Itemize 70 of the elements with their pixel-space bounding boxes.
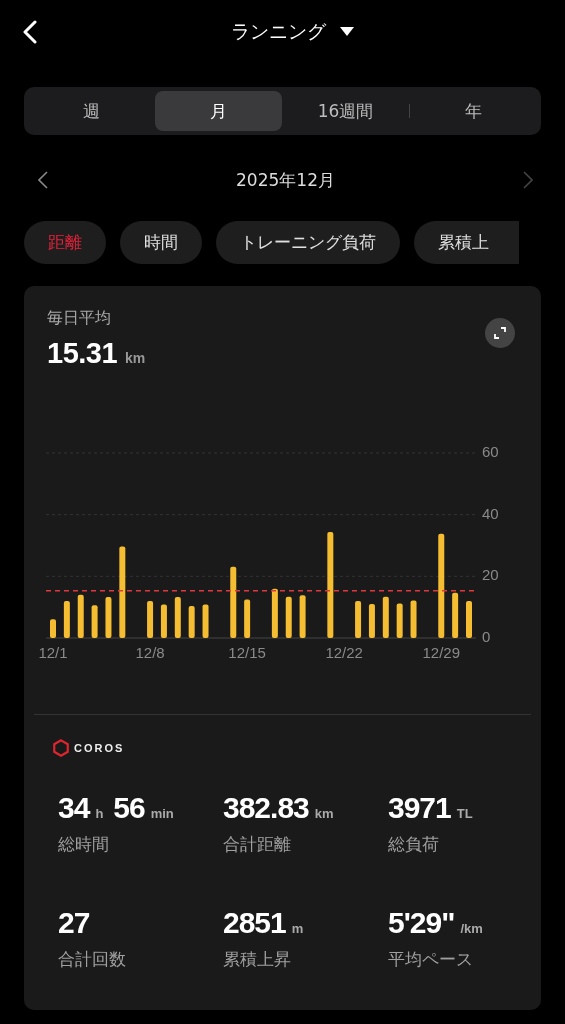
stat-unit: km	[314, 806, 334, 821]
bar	[355, 601, 362, 638]
bar	[285, 596, 292, 638]
stat-unit: TL	[456, 806, 473, 821]
metric-chip[interactable]: 時間	[120, 221, 202, 264]
period-tab[interactable]: 月	[155, 91, 282, 131]
stat-value: 56	[113, 791, 145, 825]
stat-unit: /km	[460, 921, 483, 936]
summary-unit: km	[125, 350, 146, 366]
bar	[271, 588, 278, 638]
summary-label: 毎日平均	[47, 308, 112, 329]
date-label: 2025年12月	[236, 168, 335, 192]
bar	[230, 566, 237, 638]
stat-value: 3971	[388, 791, 451, 825]
x-tick-label: 12/1	[38, 644, 68, 661]
period-tab[interactable]: 年	[410, 91, 537, 131]
stat-label: 総時間	[58, 833, 110, 856]
bar	[466, 601, 472, 638]
bar	[50, 619, 56, 638]
bar	[105, 597, 112, 638]
stat-value: 2851	[223, 906, 286, 940]
expand-icon	[493, 326, 507, 340]
expand-button[interactable]	[485, 318, 515, 348]
stat-label: 合計回数	[58, 948, 127, 971]
stat-label: 平均ペース	[388, 948, 474, 971]
bar	[77, 594, 84, 638]
period-tab[interactable]: 週	[28, 91, 155, 131]
stat-unit: min	[150, 806, 174, 821]
bar	[91, 605, 98, 638]
stat-unit: h	[95, 806, 104, 821]
summary-value: 15.31	[47, 337, 118, 370]
bar	[299, 595, 306, 638]
bar	[382, 596, 389, 638]
page-title[interactable]: ランニング	[231, 19, 326, 45]
bar	[160, 604, 167, 638]
stat-value: 5'29"	[388, 906, 455, 940]
stat-value: 27	[58, 906, 90, 940]
bar	[188, 605, 195, 638]
hexagon-logo-icon	[52, 739, 70, 757]
bar	[244, 599, 251, 638]
brand-wordmark: COROS	[74, 742, 125, 754]
period-tab[interactable]: 16週間	[282, 91, 409, 131]
x-tick-label: 12/15	[228, 644, 266, 661]
x-tick-label: 12/29	[422, 644, 461, 661]
previous-icon[interactable]	[38, 171, 48, 189]
x-tick-label: 12/8	[135, 644, 165, 661]
bar	[452, 592, 459, 638]
bar	[368, 604, 375, 638]
stat-value: 34	[58, 791, 90, 825]
dropdown-caret-icon[interactable]	[340, 27, 354, 37]
bar	[396, 603, 403, 638]
stat-value: 382.83	[223, 791, 309, 825]
y-tick-label: 0	[482, 628, 491, 645]
bar	[63, 601, 70, 638]
back-icon[interactable]	[22, 20, 38, 44]
bar	[410, 600, 417, 638]
bar	[147, 601, 154, 638]
bar	[202, 604, 209, 638]
stat-unit: m	[291, 921, 304, 936]
y-tick-label: 40	[482, 504, 499, 522]
metric-chip[interactable]: トレーニング負荷	[216, 221, 400, 264]
stat-label: 総負荷	[388, 833, 440, 856]
x-tick-label: 12/22	[325, 644, 363, 661]
bar	[174, 597, 181, 638]
metric-chip[interactable]: 距離	[24, 221, 106, 264]
y-tick-label: 60	[482, 443, 499, 460]
stat-label: 合計距離	[223, 833, 292, 856]
stat-label: 累積上昇	[223, 948, 292, 971]
metric-chip[interactable]: 累積上	[414, 221, 519, 264]
y-tick-label: 20	[482, 566, 499, 584]
